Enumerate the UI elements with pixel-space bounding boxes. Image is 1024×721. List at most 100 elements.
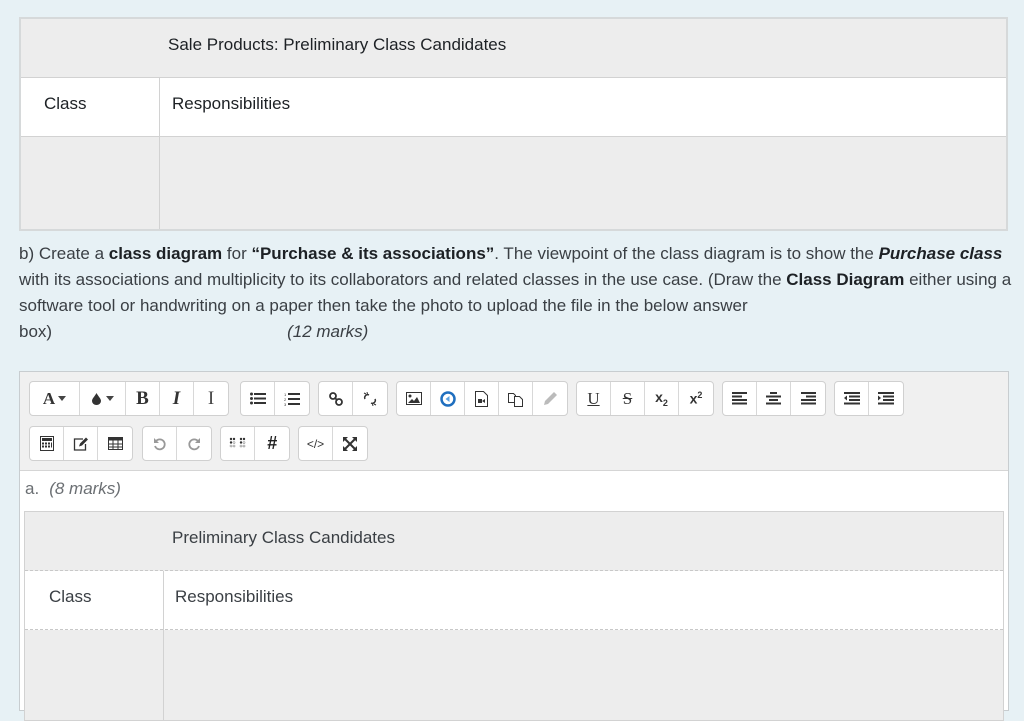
- manage-files-button[interactable]: [499, 382, 533, 415]
- superscript-button[interactable]: x2: [679, 382, 713, 415]
- editor-toolbar: A B I I 123 U S x2 x2 # </>: [20, 372, 1008, 471]
- answer-label: a. (8 marks): [25, 479, 121, 499]
- align-center-icon: [766, 392, 781, 405]
- toolbar-group-insert: [29, 426, 133, 461]
- toolbar-group-links: [318, 381, 388, 416]
- subscript-button[interactable]: x2: [645, 382, 679, 415]
- font-color-button[interactable]: [80, 382, 126, 415]
- expand-icon: [343, 436, 357, 451]
- fullscreen-button[interactable]: [333, 427, 367, 460]
- toolbar-group-accessibility: #: [220, 426, 290, 461]
- header-class: Class: [44, 94, 87, 113]
- italic-button[interactable]: I: [160, 382, 194, 415]
- column-divider: [159, 78, 160, 229]
- bold-icon: B: [136, 387, 149, 409]
- outdent-button[interactable]: [835, 382, 869, 415]
- question-bold-class-diagram: class diagram: [108, 244, 223, 263]
- question-text-part: . The viewpoint of the class diagram is …: [494, 244, 879, 263]
- toolbar-group-style: A B I I: [29, 381, 229, 416]
- answer-table-header-row[interactable]: Class Responsibilities: [25, 571, 1003, 630]
- color-drop-dropdown-icon: [91, 392, 114, 405]
- braille-button[interactable]: [221, 427, 255, 460]
- link-icon: [328, 391, 343, 406]
- question-bold-class-diagram-2: Class Diagram: [786, 270, 905, 289]
- align-left-icon: [732, 392, 747, 405]
- font-A-dropdown-icon: A: [43, 389, 67, 409]
- answer-header-class: Class: [49, 587, 92, 606]
- html-button[interactable]: </>: [299, 427, 333, 460]
- audio-record-icon: [439, 390, 456, 407]
- toolbar-group-text: U S x2 x2: [576, 381, 714, 416]
- text-cursor-icon: I: [207, 387, 215, 409]
- ordered-list-button[interactable]: 123: [275, 382, 309, 415]
- indent-icon: [878, 392, 894, 405]
- align-right-button[interactable]: [791, 382, 825, 415]
- toolbar-group-align: [722, 381, 826, 416]
- table-empty-row: [21, 137, 1006, 229]
- column-divider: [163, 571, 164, 720]
- toolbar-group-indent: [834, 381, 904, 416]
- draw-button[interactable]: [533, 382, 567, 415]
- answer-table-empty-row[interactable]: [25, 630, 1003, 720]
- sale-products-table: Sale Products: Preliminary Class Candida…: [19, 17, 1008, 231]
- edit-button[interactable]: [64, 427, 98, 460]
- bold-button[interactable]: B: [126, 382, 160, 415]
- label-prefix: a.: [25, 479, 40, 498]
- align-center-button[interactable]: [757, 382, 791, 415]
- bullet-list-icon: [249, 392, 266, 405]
- answer-header-responsibilities: Responsibilities: [175, 587, 294, 606]
- code-icon: </>: [306, 436, 325, 451]
- header-responsibilities: Responsibilities: [172, 94, 291, 113]
- media-file-icon: [475, 390, 488, 407]
- numbered-list-icon: 123: [284, 392, 300, 406]
- question-text: b) Create a class diagram for “Purchase …: [19, 241, 1019, 345]
- question-text-part: for: [222, 244, 252, 263]
- outdent-icon: [843, 392, 860, 405]
- label-marks: (8 marks): [49, 479, 121, 498]
- font-style-button[interactable]: A: [30, 382, 80, 415]
- pencil-icon: [543, 392, 557, 405]
- indent-button[interactable]: [869, 382, 903, 415]
- editor-content-area[interactable]: a. (8 marks) Preliminary Class Candidates…: [20, 471, 1008, 721]
- table-title-row: Sale Products: Preliminary Class Candida…: [21, 19, 1006, 78]
- toolbar-group-view: </>: [298, 426, 368, 461]
- unlink-icon: [363, 391, 377, 406]
- braille-icon: [229, 437, 245, 448]
- align-left-button[interactable]: [723, 382, 757, 415]
- calculator-icon: [39, 436, 54, 451]
- media-button[interactable]: [465, 382, 499, 415]
- question-bold-purchase: “Purchase & its associations”: [251, 244, 495, 263]
- unordered-list-button[interactable]: [241, 382, 275, 415]
- align-right-icon: [800, 392, 816, 405]
- toolbar-group-lists: 123: [240, 381, 310, 416]
- redo-icon: [188, 437, 200, 450]
- answer-table-title: Preliminary Class Candidates: [172, 528, 395, 547]
- undo-button[interactable]: [143, 427, 177, 460]
- answer-table-title-row[interactable]: Preliminary Class Candidates: [25, 512, 1003, 571]
- redo-button[interactable]: [177, 427, 211, 460]
- answer-table[interactable]: Preliminary Class Candidates Class Respo…: [24, 511, 1004, 721]
- unlink-button[interactable]: [353, 382, 387, 415]
- table-button[interactable]: [98, 427, 132, 460]
- underline-button[interactable]: U: [577, 382, 611, 415]
- link-button[interactable]: [319, 382, 353, 415]
- equation-button[interactable]: [30, 427, 64, 460]
- table-header-row: Class Responsibilities: [21, 78, 1006, 137]
- answer-editor[interactable]: A B I I 123 U S x2 x2 # </> a. (8 marks)…: [19, 371, 1009, 721]
- question-purchase-class: Purchase class: [878, 244, 1003, 263]
- toolbar-group-media: [396, 381, 568, 416]
- strikethrough-icon: S: [622, 388, 633, 408]
- clear-formatting-button[interactable]: I: [194, 382, 228, 415]
- svg-text:3: 3: [284, 402, 287, 406]
- question-marks: (12 marks): [287, 322, 369, 341]
- table-title: Sale Products: Preliminary Class Candida…: [168, 35, 507, 54]
- accessibility-checker-button[interactable]: #: [255, 427, 289, 460]
- strikethrough-button[interactable]: S: [611, 382, 645, 415]
- record-audio-button[interactable]: [431, 382, 465, 415]
- italic-icon: I: [172, 387, 181, 409]
- toolbar-group-history: [142, 426, 212, 461]
- superscript-icon: x2: [689, 390, 703, 407]
- hash-icon: #: [266, 433, 277, 453]
- image-button[interactable]: [397, 382, 431, 415]
- subscript-icon: x2: [655, 389, 668, 408]
